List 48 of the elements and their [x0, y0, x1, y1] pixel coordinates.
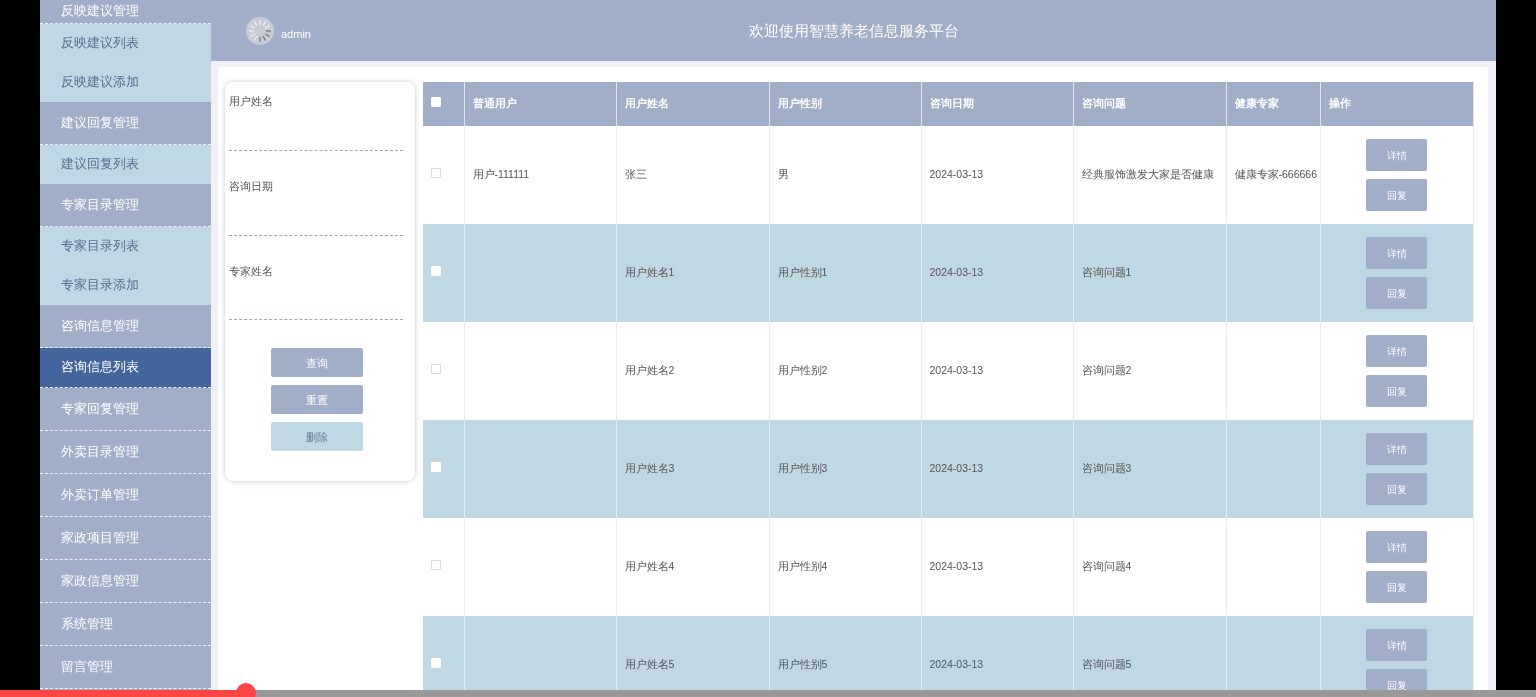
- action-button[interactable]: 回复: [1366, 571, 1427, 603]
- action-button[interactable]: 详情: [1366, 335, 1427, 367]
- avatar-icon: [246, 16, 274, 45]
- action-button[interactable]: 回复: [1366, 277, 1427, 309]
- table-cell: 咨询问题1: [1073, 224, 1226, 322]
- sidebar-item[interactable]: 专家目录列表: [40, 227, 211, 266]
- column-header: 咨询问题: [1073, 82, 1226, 126]
- username: admin: [281, 27, 311, 43]
- action-button[interactable]: 详情: [1366, 433, 1427, 465]
- column-header: 咨询日期: [921, 82, 1073, 126]
- table-cell: 用户姓名1: [616, 224, 769, 322]
- checkbox[interactable]: [431, 168, 441, 179]
- column-header: 健康专家: [1226, 82, 1320, 126]
- sidebar-item[interactable]: 建议回复列表: [40, 145, 211, 184]
- table-cell: 用户姓名3: [616, 420, 769, 518]
- action-button[interactable]: 详情: [1366, 237, 1427, 269]
- column-header: 普通用户: [464, 82, 616, 126]
- table-cell: 用户性别1: [769, 224, 921, 322]
- column-header: 用户性别: [769, 82, 921, 126]
- table-cell: 咨询问题3: [1073, 420, 1226, 518]
- page-title: 欢迎使用智慧养老信息服务平台: [748, 21, 959, 41]
- action-button[interactable]: 回复: [1366, 179, 1427, 211]
- table-cell: 咨询问题5: [1073, 616, 1226, 690]
- action-button[interactable]: 回复: [1366, 473, 1427, 505]
- search-button[interactable]: 重置: [271, 385, 363, 415]
- table-cell: 用户性别5: [769, 616, 921, 690]
- column-header: 用户姓名: [616, 82, 769, 126]
- action-button[interactable]: 详情: [1366, 139, 1427, 171]
- action-button[interactable]: 详情: [1366, 531, 1427, 563]
- checkbox[interactable]: [431, 364, 441, 375]
- action-button[interactable]: 回复: [1366, 375, 1427, 407]
- search-button[interactable]: 查询: [271, 348, 363, 378]
- table-cell: 用户姓名5: [616, 616, 769, 690]
- table-cell: 用户性别3: [769, 420, 921, 518]
- field-label: 用户姓名: [229, 94, 274, 109]
- action-button[interactable]: 回复: [1366, 669, 1427, 690]
- table-cell: 2024-03-13: [921, 420, 1073, 518]
- field-label: 专家姓名: [229, 263, 274, 279]
- field-label: 咨询日期: [229, 178, 274, 194]
- sidebar-item[interactable]: 专家目录添加: [40, 266, 211, 305]
- sidebar-item[interactable]: 反映建议添加: [40, 63, 211, 102]
- table-cell: 2024-03-13: [921, 616, 1073, 690]
- column-header: 操作: [1320, 82, 1473, 126]
- action-button[interactable]: 详情: [1366, 629, 1427, 661]
- table-cell: 2024-03-13: [921, 224, 1073, 322]
- sidebar-item[interactable]: 咨询信息列表: [40, 348, 211, 388]
- sidebar-item[interactable]: 反映建议列表: [40, 24, 211, 63]
- checkbox[interactable]: [431, 560, 441, 571]
